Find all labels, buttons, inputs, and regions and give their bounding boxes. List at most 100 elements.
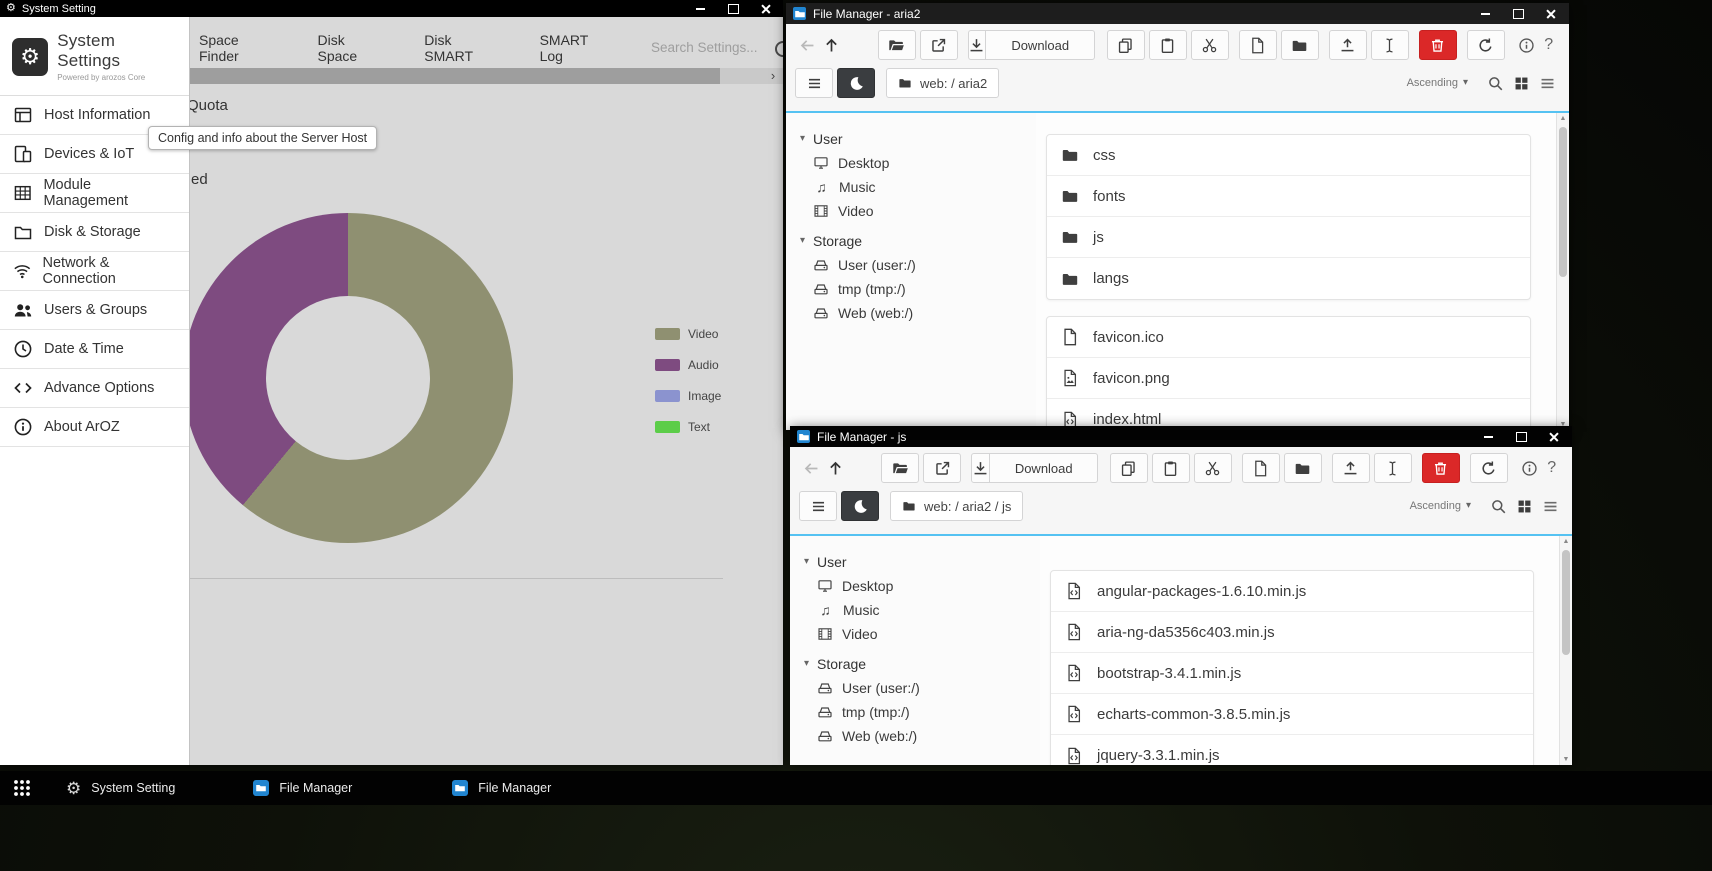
refresh-button[interactable] xyxy=(1467,30,1505,60)
delete-button[interactable] xyxy=(1422,453,1460,483)
open-new-window-button[interactable] xyxy=(920,30,958,60)
taskbar-item-system-setting[interactable]: ⚙ System Setting xyxy=(66,774,175,802)
sort-dropdown[interactable]: Ascending ▾ xyxy=(1407,77,1468,89)
file-row[interactable]: favicon.ico xyxy=(1047,317,1530,358)
list-view-button[interactable] xyxy=(1534,69,1560,97)
breadcrumb[interactable]: web: / aria2 / js xyxy=(890,491,1023,521)
cut-button[interactable] xyxy=(1194,453,1232,483)
sidebar-item-module-management[interactable]: Module Management xyxy=(0,174,189,213)
back-button[interactable] xyxy=(795,31,819,59)
tree-item-tmp-drive[interactable]: tmp (tmp:/) xyxy=(800,277,1036,301)
file-row[interactable]: fonts xyxy=(1047,176,1530,217)
copy-button[interactable] xyxy=(1107,30,1145,60)
search-button[interactable] xyxy=(1482,69,1508,97)
copy-button[interactable] xyxy=(1110,453,1148,483)
system-settings-titlebar[interactable]: ⚙ System Setting xyxy=(0,0,783,17)
help-button[interactable]: ? xyxy=(1537,31,1560,59)
file-row[interactable]: css xyxy=(1047,135,1530,176)
new-folder-button[interactable] xyxy=(1281,30,1319,60)
list-view-button[interactable] xyxy=(1537,492,1563,520)
scrollbar-thumb[interactable] xyxy=(1562,550,1570,655)
scroll-right-arrow[interactable]: › xyxy=(763,68,783,84)
download-button[interactable]: Download xyxy=(968,30,1095,60)
scroll-up-arrow[interactable]: ▲ xyxy=(1557,115,1569,122)
tree-item-web-drive[interactable]: Web (web:/) xyxy=(800,301,1036,325)
dark-mode-button[interactable] xyxy=(837,68,875,98)
open-new-window-button[interactable] xyxy=(923,453,961,483)
tree-item-desktop[interactable]: Desktop xyxy=(800,151,1036,175)
breadcrumb[interactable]: web: / aria2 xyxy=(886,68,999,98)
new-file-button[interactable] xyxy=(1239,30,1277,60)
scrollbar-thumb[interactable] xyxy=(1559,127,1567,277)
open-folder-button[interactable] xyxy=(878,30,916,60)
tree-item-desktop[interactable]: Desktop xyxy=(804,574,1040,598)
tree-item-tmp-drive[interactable]: tmp (tmp:/) xyxy=(804,700,1040,724)
paste-button[interactable] xyxy=(1149,30,1187,60)
file-row[interactable]: langs xyxy=(1047,258,1530,299)
new-folder-button[interactable] xyxy=(1284,453,1322,483)
taskbar-item-file-manager-2[interactable]: File Manager xyxy=(452,774,551,802)
tree-section-user[interactable]: ▾ User xyxy=(800,127,1036,151)
rename-button[interactable] xyxy=(1374,453,1412,483)
scrollbar[interactable]: ▲ ▼ xyxy=(1559,536,1572,765)
sidebar-item-users-groups[interactable]: Users & Groups xyxy=(0,291,189,330)
download-button[interactable]: Download xyxy=(971,453,1098,483)
file-row[interactable]: echarts-common-3.8.5.min.js xyxy=(1051,694,1533,735)
search-button[interactable] xyxy=(1485,492,1511,520)
open-folder-button[interactable] xyxy=(881,453,919,483)
file-row[interactable]: jquery-3.3.1.min.js xyxy=(1051,735,1533,765)
sort-dropdown[interactable]: Ascending ▾ xyxy=(1410,500,1471,512)
close-button[interactable] xyxy=(759,3,773,15)
tree-section-storage[interactable]: ▾ Storage xyxy=(804,652,1040,676)
grid-view-button[interactable] xyxy=(1511,492,1537,520)
rename-button[interactable] xyxy=(1371,30,1409,60)
refresh-button[interactable] xyxy=(1470,453,1508,483)
minimize-button[interactable] xyxy=(1481,431,1495,443)
taskbar-item-file-manager-1[interactable]: File Manager xyxy=(253,774,352,802)
close-button[interactable] xyxy=(1544,8,1558,20)
tab-smart-log[interactable]: SMART Log xyxy=(540,32,611,64)
tree-item-user-drive[interactable]: User (user:/) xyxy=(804,676,1040,700)
sidebar-item-disk-storage[interactable]: Disk & Storage xyxy=(0,213,189,252)
tree-section-storage[interactable]: ▾ Storage xyxy=(800,229,1036,253)
scroll-up-arrow[interactable]: ▲ xyxy=(1560,538,1572,545)
scrollbar[interactable]: ▲ ▼ xyxy=(1556,113,1569,430)
sidebar-item-date-time[interactable]: Date & Time xyxy=(0,330,189,369)
sidebar-item-about-aroz[interactable]: About ArOZ xyxy=(0,408,189,447)
new-file-button[interactable] xyxy=(1242,453,1280,483)
properties-button[interactable] xyxy=(1515,31,1538,59)
minimize-button[interactable] xyxy=(693,3,707,15)
dark-mode-button[interactable] xyxy=(841,491,879,521)
back-button[interactable] xyxy=(799,454,823,482)
maximize-button[interactable] xyxy=(1511,8,1525,20)
fm1-titlebar[interactable]: File Manager - aria2 xyxy=(786,3,1569,24)
grid-view-button[interactable] xyxy=(1508,69,1534,97)
help-button[interactable]: ? xyxy=(1540,454,1563,482)
tree-item-video[interactable]: Video xyxy=(804,622,1040,646)
paste-button[interactable] xyxy=(1152,453,1190,483)
tree-item-web-drive[interactable]: Web (web:/) xyxy=(804,724,1040,748)
upload-button[interactable] xyxy=(1329,30,1367,60)
sidebar-item-network-connection[interactable]: Network & Connection xyxy=(0,252,189,291)
up-button[interactable] xyxy=(819,31,843,59)
maximize-button[interactable] xyxy=(1514,431,1528,443)
properties-button[interactable] xyxy=(1518,454,1541,482)
minimize-button[interactable] xyxy=(1478,8,1492,20)
scrollbar-thumb[interactable] xyxy=(190,68,720,84)
fm2-titlebar[interactable]: File Manager - js xyxy=(790,426,1572,447)
file-row[interactable]: bootstrap-3.4.1.min.js xyxy=(1051,653,1533,694)
cut-button[interactable] xyxy=(1191,30,1229,60)
tree-item-video[interactable]: Video xyxy=(800,199,1036,223)
sidebar-item-advance-options[interactable]: Advance Options xyxy=(0,369,189,408)
tree-item-music[interactable]: ♫ Music xyxy=(800,175,1036,199)
file-row[interactable]: favicon.png xyxy=(1047,358,1530,399)
menu-button[interactable] xyxy=(799,491,837,521)
menu-button[interactable] xyxy=(795,68,833,98)
tab-space-finder[interactable]: Space Finder xyxy=(199,32,278,64)
file-row[interactable]: angular-packages-1.6.10.min.js xyxy=(1051,571,1533,612)
maximize-button[interactable] xyxy=(726,3,740,15)
tree-section-user[interactable]: ▾ User xyxy=(804,550,1040,574)
up-button[interactable] xyxy=(823,454,847,482)
file-row[interactable]: aria-ng-da5356c403.min.js xyxy=(1051,612,1533,653)
tab-disk-space[interactable]: Disk Space xyxy=(318,32,385,64)
